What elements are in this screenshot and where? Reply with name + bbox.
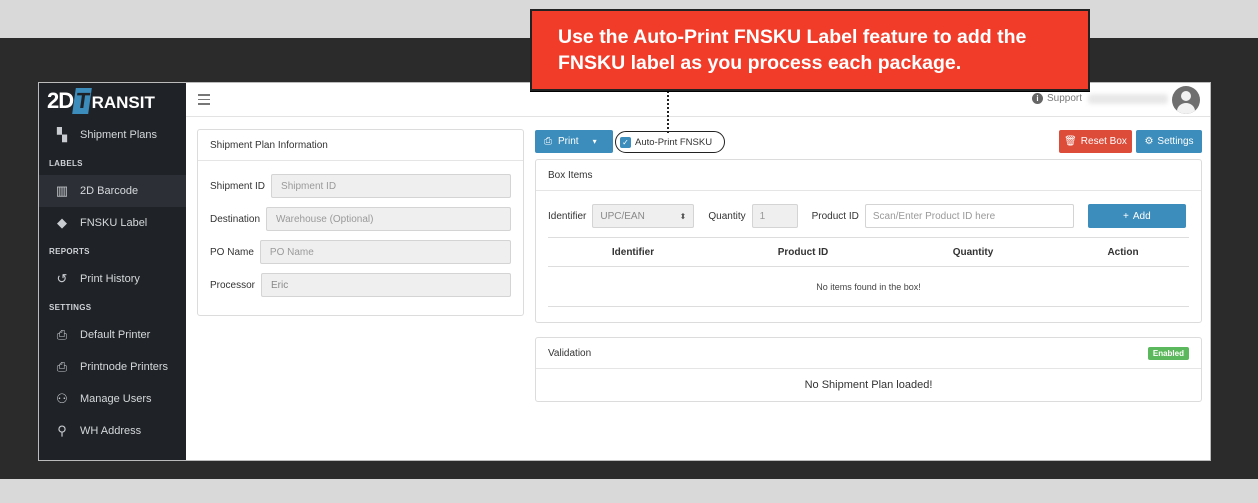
- empty-table-message: No items found in the box!: [548, 267, 1189, 307]
- sidebar-item-label: FNSKU Label: [80, 217, 148, 229]
- quantity-input[interactable]: 1: [751, 204, 798, 228]
- sidebar-item-manage-users[interactable]: ⚇ Manage Users: [39, 383, 186, 415]
- destination-label: Destination: [210, 213, 261, 225]
- identifier-value: UPC/EAN: [600, 210, 645, 222]
- add-button[interactable]: + Add: [1087, 204, 1186, 228]
- barcode-icon: ▥: [55, 183, 69, 198]
- gear-icon: ⚙: [1144, 136, 1154, 147]
- identifier-select[interactable]: UPC/EAN ⬍: [592, 204, 695, 228]
- checkbox-checked-icon[interactable]: ✓: [620, 136, 631, 148]
- sidebar-item-print-history[interactable]: ↺ Print History: [39, 263, 186, 295]
- callout-connector: [667, 91, 669, 133]
- shipment-id-label: Shipment ID: [210, 180, 266, 192]
- column-header-action: Action: [1107, 246, 1139, 258]
- shipment-id-input[interactable]: Shipment ID: [271, 174, 511, 198]
- printer-icon: ⎙: [56, 359, 68, 374]
- sidebar-item-label: Printnode Printers: [80, 361, 169, 373]
- app-window: 2D T RANSIT ▚ Shipment Plans LABELS ▥ 2D…: [38, 82, 1211, 461]
- plus-icon: +: [1123, 210, 1129, 222]
- sidebar-item-label: 2D Barcode: [80, 185, 139, 197]
- auto-print-fnsku-toggle[interactable]: ✓ Auto-Print FNSKU: [615, 131, 726, 153]
- auto-print-label: Auto-Print FNSKU: [635, 136, 713, 148]
- validation-panel: Validation Enabled No Shipment Plan load…: [535, 337, 1202, 402]
- sidebar: 2D T RANSIT ▚ Shipment Plans LABELS ▥ 2D…: [39, 83, 186, 460]
- panel-title: Validation: [536, 338, 1201, 369]
- box-items-panel: Box Items Identifier UPC/EAN ⬍ Quantity …: [535, 159, 1202, 323]
- identifier-label: Identifier: [548, 210, 587, 222]
- settings-button[interactable]: ⚙ Settings: [1136, 130, 1202, 153]
- column-header-product-id[interactable]: Product ID: [718, 247, 888, 258]
- users-icon: ⚇: [56, 391, 68, 406]
- sidebar-item-fnsku-label[interactable]: ◆ FNSKU Label: [39, 207, 186, 239]
- column-header-identifier[interactable]: Identifier: [548, 247, 718, 258]
- processor-input[interactable]: Eric: [261, 273, 511, 297]
- history-icon: ↺: [56, 271, 68, 286]
- caret-down-icon: ▾: [592, 137, 597, 146]
- add-label: Add: [1132, 210, 1151, 222]
- sidebar-section-reports: REPORTS: [49, 246, 90, 256]
- panel-title: Shipment Plan Information: [198, 130, 523, 161]
- sidebar-item-printnode-printers[interactable]: ⎙ Printnode Printers: [39, 351, 186, 383]
- sidebar-item-default-printer[interactable]: ⎙ Default Printer: [39, 319, 186, 351]
- reset-box-button[interactable]: 🗑 Reset Box: [1059, 130, 1132, 153]
- product-id-label: Product ID: [811, 210, 859, 222]
- username-redacted: [1088, 94, 1168, 104]
- support-link[interactable]: i Support: [1031, 93, 1082, 104]
- sidebar-item-shipment-plans[interactable]: ▚ Shipment Plans: [39, 119, 186, 151]
- support-label: Support: [1046, 93, 1082, 104]
- info-icon: i: [1031, 93, 1043, 104]
- sidebar-item-label: Manage Users: [80, 393, 152, 405]
- tag-icon: ◆: [57, 215, 67, 230]
- trash-icon: 🗑: [1064, 136, 1077, 147]
- box-items-table: Identifier Product ID Quantity Action No…: [548, 237, 1189, 307]
- status-badge: Enabled: [1147, 347, 1189, 360]
- sidebar-item-label: WH Address: [80, 425, 142, 437]
- settings-label: Settings: [1157, 136, 1194, 147]
- logo-t-mark: T: [72, 88, 93, 114]
- printer-icon: ⎙: [56, 327, 68, 342]
- shipment-plans-icon: ▚: [57, 127, 67, 142]
- sidebar-item-label: Shipment Plans: [80, 129, 158, 141]
- column-header-quantity[interactable]: Quantity: [888, 247, 1058, 258]
- po-name-input[interactable]: PO Name: [259, 240, 511, 264]
- callout-line-1: Use the Auto-Print FNSKU Label feature t…: [558, 26, 1027, 48]
- select-arrows-icon: ⬍: [679, 211, 687, 221]
- callout-banner: Use the Auto-Print FNSKU Label feature t…: [530, 9, 1090, 91]
- user-avatar[interactable]: [1172, 86, 1200, 114]
- reset-box-label: Reset Box: [1080, 136, 1127, 147]
- sidebar-item-label: Print History: [80, 273, 140, 285]
- processor-label: Processor: [210, 279, 256, 291]
- map-marker-icon: ⚲: [57, 423, 67, 438]
- sidebar-item-wh-address[interactable]: ⚲ WH Address: [39, 415, 186, 447]
- logo-main-text: 2D: [47, 88, 74, 113]
- quantity-label: Quantity: [708, 210, 746, 222]
- table-header: Identifier Product ID Quantity Action: [548, 238, 1189, 267]
- destination-input[interactable]: Warehouse (Optional): [266, 207, 511, 231]
- print-label: Print: [558, 136, 579, 147]
- panel-title: Box Items: [536, 160, 1201, 191]
- sidebar-section-labels: LABELS: [49, 158, 83, 168]
- product-id-input[interactable]: Scan/Enter Product ID here: [864, 204, 1074, 228]
- print-button[interactable]: ⎙ Print ▾: [535, 130, 613, 153]
- po-name-label: PO Name: [210, 246, 254, 258]
- printer-icon: ⎙: [544, 136, 552, 147]
- menu-toggle-icon[interactable]: [198, 94, 210, 105]
- sidebar-item-2d-barcode[interactable]: ▥ 2D Barcode: [39, 175, 186, 207]
- logo-rest-text: RANSIT: [91, 93, 155, 112]
- app-logo[interactable]: 2D T RANSIT: [39, 83, 186, 119]
- sidebar-item-label: Default Printer: [80, 329, 151, 341]
- validation-message: No Shipment Plan loaded!: [804, 378, 933, 391]
- callout-line-2: FNSKU label as you process each package.: [558, 52, 962, 74]
- sidebar-section-settings: SETTINGS: [49, 302, 92, 312]
- shipment-plan-panel: Shipment Plan Information Shipment ID Sh…: [197, 129, 524, 316]
